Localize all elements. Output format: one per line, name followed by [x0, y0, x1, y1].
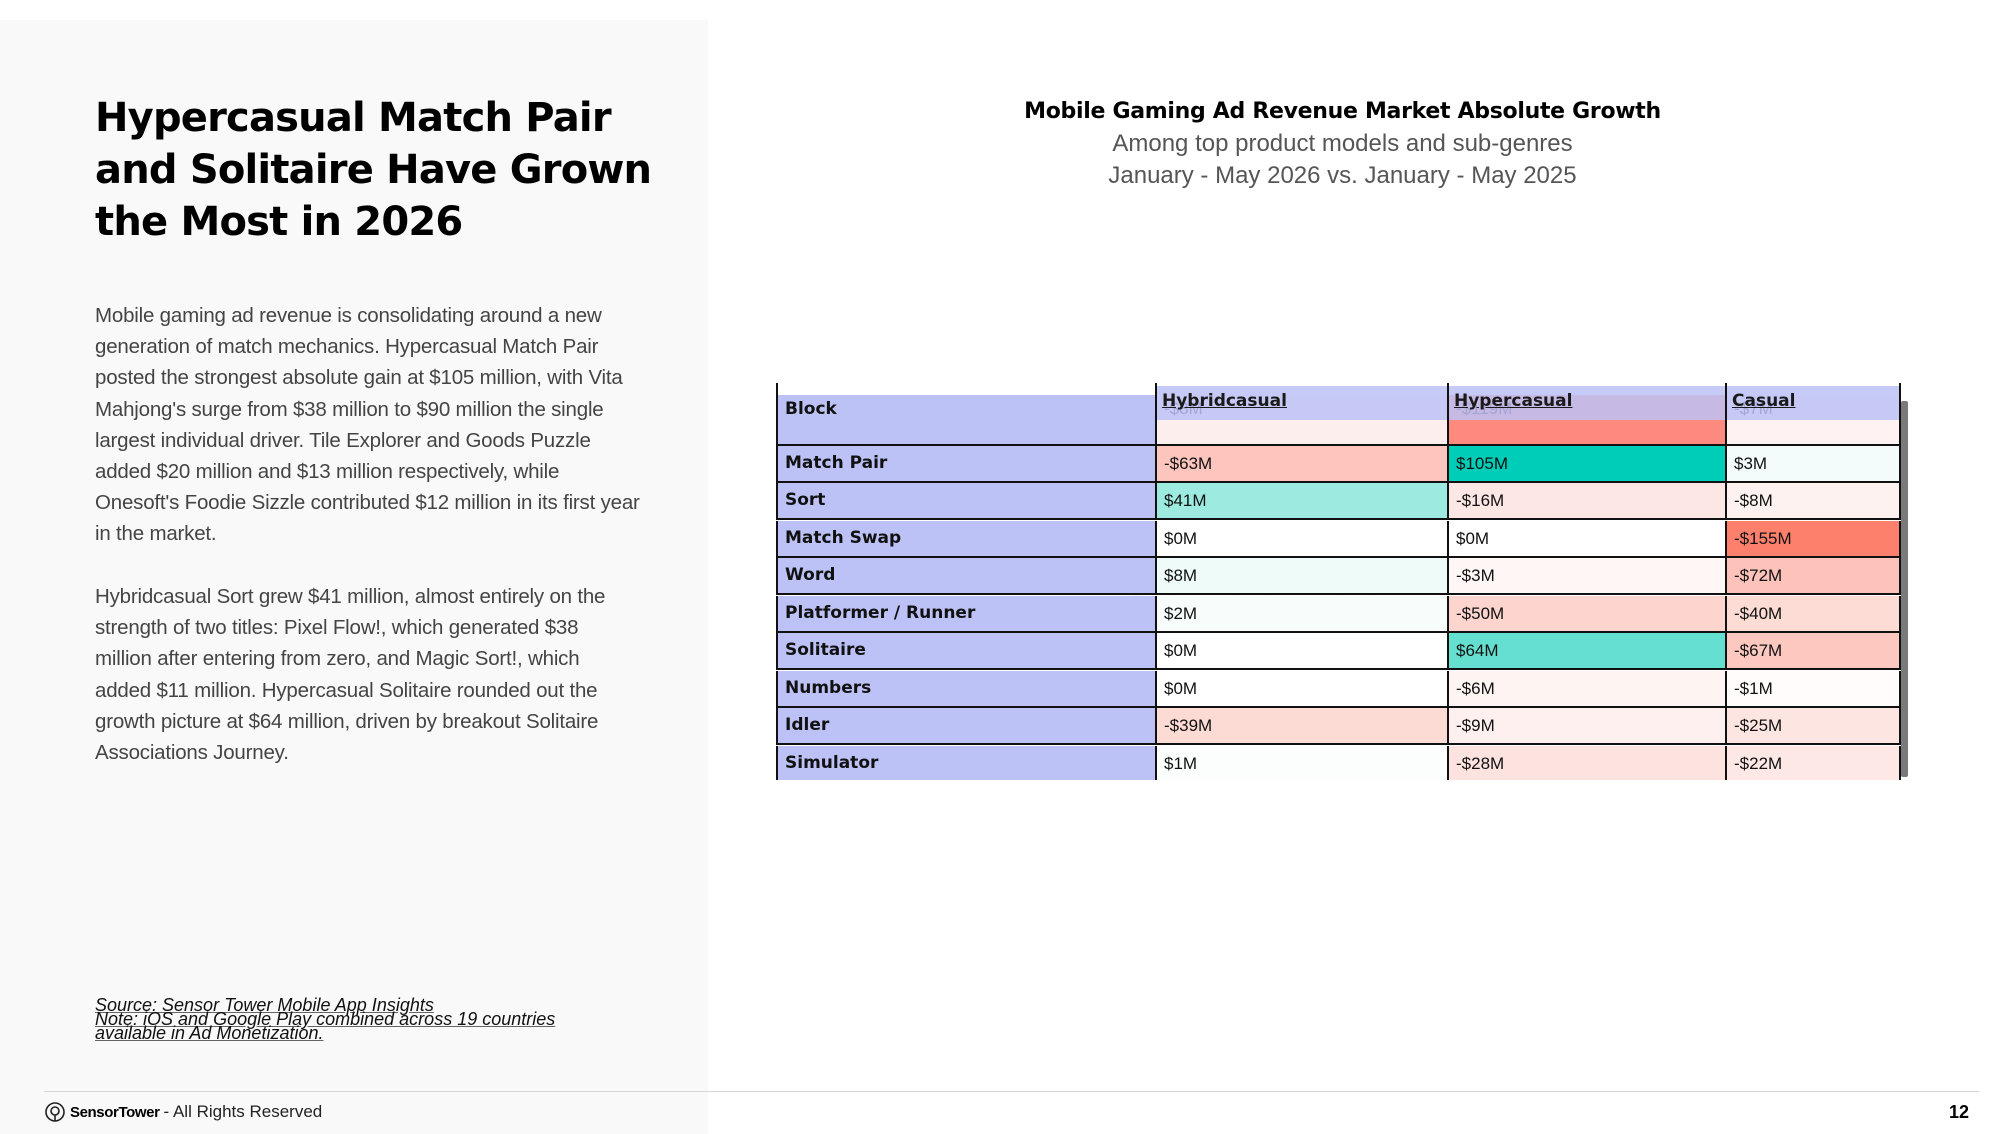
value-cell: $0M	[1155, 633, 1447, 668]
chart-title: Mobile Gaming Ad Revenue Market Absolute…	[1024, 99, 1661, 124]
table-row: Sort $41M -$16M -$8M	[776, 483, 1901, 520]
growth-table[interactable]: Sensor Tower Block-$8M-$119M-$7MMatch Pa…	[776, 383, 1910, 780]
value-cell: $0M	[1155, 520, 1447, 556]
table-scrollbar[interactable]	[1901, 401, 1908, 777]
footer-divider	[44, 1091, 1979, 1092]
column-divider	[1447, 383, 1449, 420]
column-header: Hypercasual	[1454, 391, 1573, 411]
table-row: Solitaire $0M $64M -$67M	[776, 633, 1901, 670]
row-label: Numbers	[776, 670, 1155, 706]
column-divider	[776, 383, 778, 420]
value-cell: -$3M	[1447, 558, 1725, 593]
table-row: Idler -$39M -$9M -$25M	[776, 708, 1901, 745]
value-cell: -$6M	[1447, 670, 1725, 706]
table-row: Word $8M -$3M -$72M	[776, 558, 1901, 595]
sensortower-logo-icon	[45, 1102, 65, 1122]
row-label: Word	[776, 558, 1155, 593]
value-cell: -$16M	[1447, 483, 1725, 518]
value-cell: -$39M	[1155, 708, 1447, 743]
footer-brand: SensorTower - All Rights Reserved	[44, 1101, 322, 1123]
row-label: Sort	[776, 483, 1155, 518]
row-label: Idler	[776, 708, 1155, 743]
chart-subtitle: Among top product models and sub-genres	[1112, 130, 1573, 157]
value-cell: -$8M	[1725, 483, 1901, 518]
body-paragraph-2: Hybridcasual Sort grew $41 million, almo…	[95, 585, 606, 765]
chart-date-range: January - May 2026 vs. January - May 202…	[1108, 162, 1577, 189]
value-cell: $64M	[1447, 633, 1725, 668]
value-cell: -$72M	[1725, 558, 1901, 593]
value-cell: -$25M	[1725, 708, 1901, 743]
value-cell: $1M	[1155, 745, 1447, 780]
value-cell: $8M	[1155, 558, 1447, 593]
footnotes: Source: Sensor Tower Mobile App Insights…	[95, 996, 615, 1042]
row-label: Platformer / Runner	[776, 595, 1155, 631]
value-cell: -$63M	[1155, 445, 1447, 481]
value-cell: -$28M	[1447, 745, 1725, 780]
row-label: Block	[776, 395, 1155, 444]
value-cell: $0M	[1447, 520, 1725, 556]
table-row: Match Swap $0M $0M -$155M	[776, 520, 1901, 558]
row-label: Solitaire	[776, 633, 1155, 668]
value-cell: -$22M	[1725, 745, 1901, 780]
column-header: Casual	[1732, 391, 1796, 411]
chart-header: Mobile Gaming Ad Revenue Market Absolute…	[880, 96, 1805, 192]
column-divider	[1725, 383, 1727, 420]
value-cell: -$67M	[1725, 633, 1901, 668]
value-cell: $3M	[1725, 445, 1901, 481]
value-cell: -$50M	[1447, 595, 1725, 631]
value-cell: -$155M	[1725, 520, 1901, 556]
row-label: Match Pair	[776, 445, 1155, 481]
table-row: Platformer / Runner $2M -$50M -$40M	[776, 595, 1901, 633]
column-header: Hybridcasual	[1162, 391, 1287, 411]
value-cell: $0M	[1155, 670, 1447, 706]
column-divider	[1155, 383, 1157, 420]
page-number: 12	[1948, 1102, 1969, 1122]
value-cell: $105M	[1447, 445, 1725, 481]
value-cell: -$9M	[1447, 708, 1725, 743]
value-cell: $41M	[1155, 483, 1447, 518]
row-label: Simulator	[776, 745, 1155, 780]
body-paragraph-1: Mobile gaming ad revenue is consolidatin…	[95, 304, 640, 546]
table-row: Match Pair -$63M $105M $3M	[776, 445, 1901, 483]
value-cell: -$40M	[1725, 595, 1901, 631]
brand-name: SensorTower	[70, 1103, 160, 1121]
table-row: Numbers $0M -$6M -$1M	[776, 670, 1901, 708]
rights-reserved: - All Rights Reserved	[163, 1102, 323, 1121]
table-row: Simulator $1M -$28M -$22M	[776, 745, 1901, 780]
page-title: Hypercasual Match Pair and Solitaire Hav…	[95, 95, 652, 245]
value-cell: $2M	[1155, 595, 1447, 631]
row-label: Match Swap	[776, 520, 1155, 556]
value-cell: -$1M	[1725, 670, 1901, 706]
